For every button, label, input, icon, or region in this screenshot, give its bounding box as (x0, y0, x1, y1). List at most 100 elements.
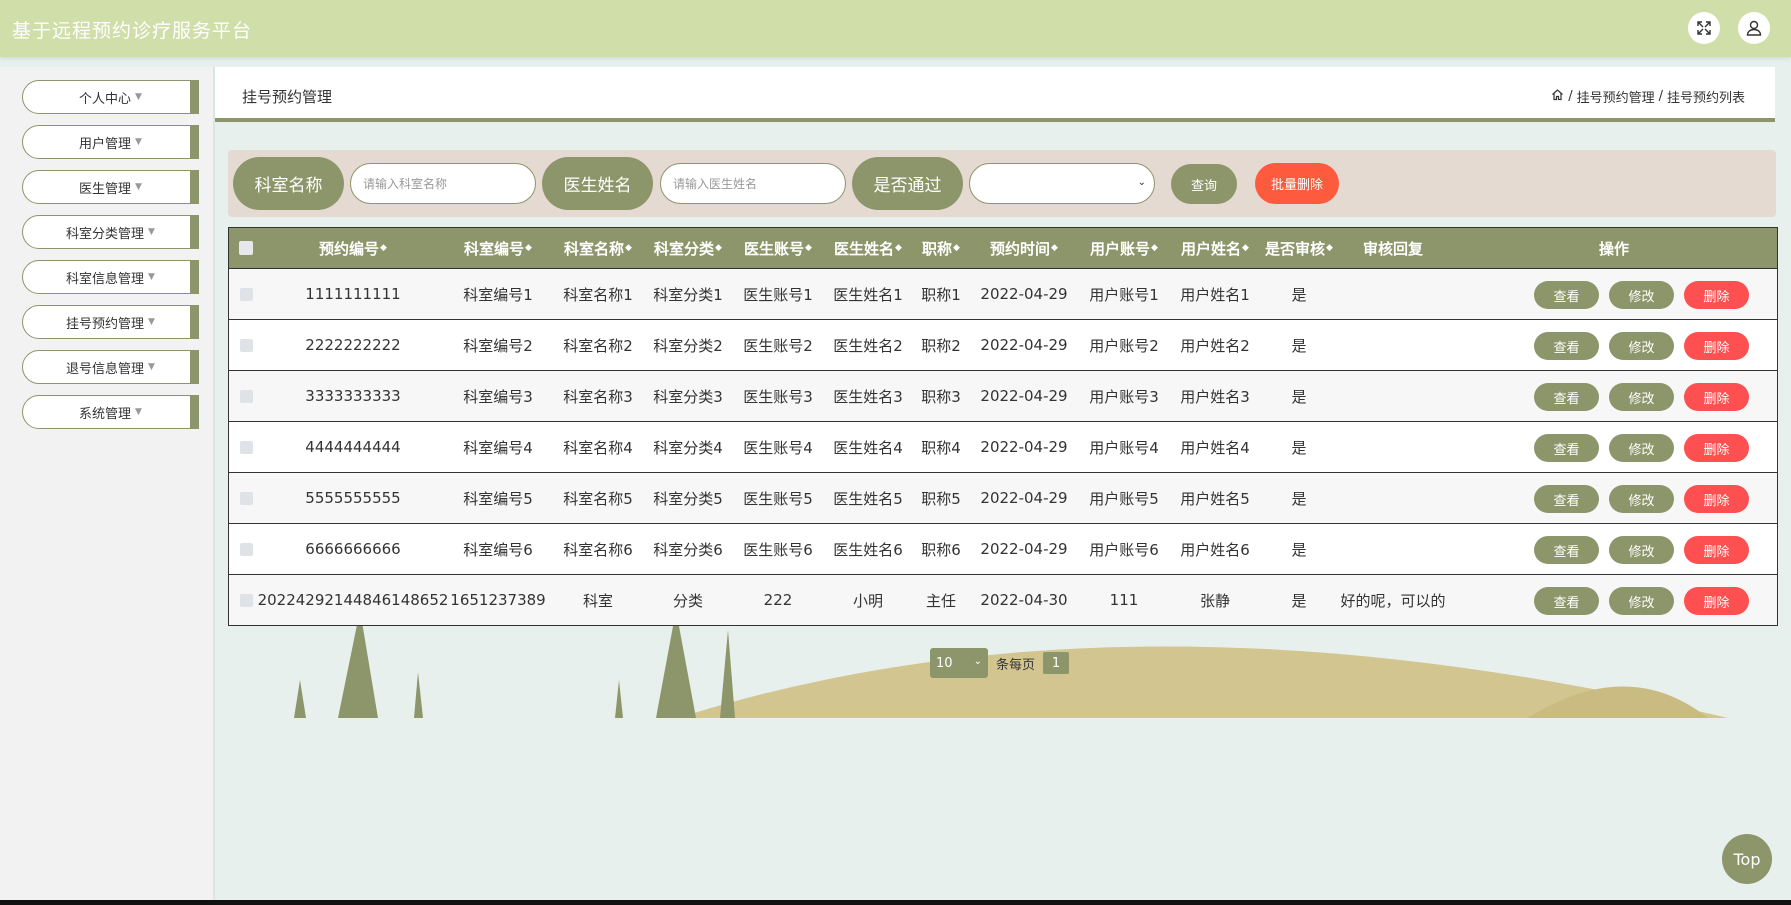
delete-button[interactable]: 删除 (1684, 485, 1749, 513)
column-header-user-account[interactable]: 用户账号 ◆ (1079, 228, 1169, 268)
view-button[interactable]: 查看 (1534, 536, 1599, 564)
cell-doctor-name: 医生姓名2 (833, 336, 903, 355)
row-checkbox[interactable] (239, 338, 253, 352)
home-icon[interactable] (1551, 88, 1564, 105)
column-header-user-name[interactable]: 用户姓名 ◆ (1169, 228, 1261, 268)
row-checkbox[interactable] (239, 491, 253, 505)
delete-button[interactable]: 删除 (1684, 434, 1749, 462)
cell-user-name: 用户姓名4 (1180, 438, 1250, 457)
sidebar-item-dept-category[interactable]: 科室分类管理 ▼ (22, 215, 199, 249)
pagination: 10 ⌄ 条每页 1 (930, 648, 1070, 678)
sidebar-item-doctor-management[interactable]: 医生管理 ▼ (22, 170, 199, 204)
sort-icon: ◆ (953, 243, 960, 253)
view-button[interactable]: 查看 (1534, 383, 1599, 411)
column-header-dept-no[interactable]: 科室编号 ◆ (443, 228, 553, 268)
breadcrumb-separator: / (1658, 89, 1663, 104)
sidebar-item-label: 挂号预约管理 (66, 316, 145, 332)
sidebar-item-user-management[interactable]: 用户管理 ▼ (22, 125, 199, 159)
delete-button[interactable]: 删除 (1684, 281, 1749, 309)
column-header-actions: 操作 (1598, 239, 1629, 258)
delete-button[interactable]: 删除 (1684, 383, 1749, 411)
column-header-reviewed[interactable]: 是否审核 ◆ (1261, 228, 1337, 268)
cell-review-reply: 好的呢，可以的 (1340, 591, 1446, 610)
cell-doctor-account: 医生账号6 (743, 540, 813, 559)
cell-title: 职称5 (921, 489, 961, 508)
cell-reviewed: 是 (1291, 591, 1307, 610)
sidebar-item-personal-center[interactable]: 个人中心 ▼ (22, 80, 199, 114)
sort-icon: ◆ (805, 243, 812, 253)
column-header-doctor-name[interactable]: 医生姓名 ◆ (823, 228, 913, 268)
caret-down-icon: ▼ (135, 407, 142, 417)
page-number-current[interactable]: 1 (1043, 652, 1070, 674)
approved-select[interactable]: ⌄ (969, 163, 1155, 204)
column-header-dept-category[interactable]: 科室分类 ◆ (643, 228, 733, 268)
view-button[interactable]: 查看 (1534, 281, 1599, 309)
app-title: 基于远程预约诊疗服务平台 (12, 20, 253, 42)
delete-button[interactable]: 删除 (1684, 587, 1749, 615)
expand-icon[interactable] (1688, 12, 1720, 44)
delete-button[interactable]: 删除 (1684, 536, 1749, 564)
delete-button[interactable]: 删除 (1684, 332, 1749, 360)
cell-appointment-time: 2022-04-29 (980, 285, 1068, 303)
row-checkbox[interactable] (239, 287, 253, 301)
cell-title: 职称3 (921, 387, 961, 406)
edit-button[interactable]: 修改 (1609, 281, 1674, 309)
sidebar-item-label: 系统管理 (79, 406, 132, 422)
table-row: 6666666666 科室编号6 科室名称6 科室分类6 医生账号6 医生姓名6… (229, 523, 1777, 574)
column-header-appointment-no[interactable]: 预约编号 ◆ (263, 228, 443, 268)
sidebar-item-refund[interactable]: 退号信息管理 ▼ (22, 350, 199, 384)
cell-appointment-time: 2022-04-29 (980, 489, 1068, 507)
row-checkbox[interactable] (239, 542, 253, 556)
edit-button[interactable]: 修改 (1609, 434, 1674, 462)
view-button[interactable]: 查看 (1534, 332, 1599, 360)
dept-name-input[interactable] (350, 163, 536, 204)
edit-button[interactable]: 修改 (1609, 587, 1674, 615)
select-all-checkbox[interactable] (239, 241, 253, 255)
page-header: 挂号预约管理 / 挂号预约管理 / 挂号预约列表 (215, 67, 1775, 122)
cell-user-name: 用户姓名6 (1180, 540, 1250, 559)
view-button[interactable]: 查看 (1534, 587, 1599, 615)
user-icon[interactable] (1738, 12, 1770, 44)
filter-bar: 科室名称 医生姓名 是否通过 ⌄ 查询 批量删除 (228, 150, 1776, 217)
batch-delete-button[interactable]: 批量删除 (1255, 163, 1339, 204)
page-size-select[interactable]: 10 ⌄ (930, 648, 988, 678)
edit-button[interactable]: 修改 (1609, 536, 1674, 564)
cell-user-account: 用户账号4 (1089, 438, 1159, 457)
top-bar: 基于远程预约诊疗服务平台 (0, 0, 1791, 57)
sidebar-item-system[interactable]: 系统管理 ▼ (22, 395, 199, 429)
caret-down-icon: ▼ (135, 137, 142, 147)
cell-dept-name: 科室名称3 (563, 387, 633, 406)
column-header-dept-name[interactable]: 科室名称 ◆ (553, 228, 643, 268)
query-button[interactable]: 查询 (1171, 164, 1237, 204)
column-header-doctor-account[interactable]: 医生账号 ◆ (733, 228, 823, 268)
cell-dept-no: 科室编号2 (463, 336, 533, 355)
sidebar-item-dept-info[interactable]: 科室信息管理 ▼ (22, 260, 199, 294)
cell-user-name: 张静 (1199, 591, 1230, 610)
sidebar-item-label: 医生管理 (79, 181, 132, 197)
table-row: 1111111111 科室编号1 科室名称1 科室分类1 医生账号1 医生姓名1… (229, 268, 1777, 319)
caret-down-icon: ▼ (148, 362, 155, 372)
sidebar: 个人中心 ▼ 用户管理 ▼ 医生管理 ▼ 科室分类管理 ▼ 科室信息管理 ▼ 挂号预约管理… (0, 67, 215, 905)
doctor-name-input[interactable] (660, 163, 846, 204)
cell-review-reply (1337, 524, 1449, 574)
edit-button[interactable]: 修改 (1609, 383, 1674, 411)
caret-down-icon: ▼ (135, 182, 142, 192)
row-checkbox[interactable] (239, 593, 253, 607)
edit-button[interactable]: 修改 (1609, 485, 1674, 513)
column-header-title[interactable]: 职称 ◆ (913, 228, 969, 268)
back-to-top-button[interactable]: Top (1722, 834, 1772, 884)
sidebar-item-appointment[interactable]: 挂号预约管理 ▼ (22, 305, 199, 339)
view-button[interactable]: 查看 (1534, 485, 1599, 513)
row-checkbox[interactable] (239, 440, 253, 454)
cell-appointment-no: 5555555555 (305, 489, 401, 507)
cell-review-reply (1337, 371, 1449, 421)
view-button[interactable]: 查看 (1534, 434, 1599, 462)
cell-reviewed: 是 (1291, 336, 1307, 355)
column-header-appointment-time[interactable]: 预约时间 ◆ (969, 228, 1079, 268)
breadcrumb-level1[interactable]: 挂号预约管理 (1577, 87, 1655, 106)
edit-button[interactable]: 修改 (1609, 332, 1674, 360)
row-checkbox[interactable] (239, 389, 253, 403)
dept-name-label: 科室名称 (233, 157, 344, 210)
cell-dept-no: 科室编号4 (463, 438, 533, 457)
breadcrumb-separator: / (1568, 89, 1573, 104)
